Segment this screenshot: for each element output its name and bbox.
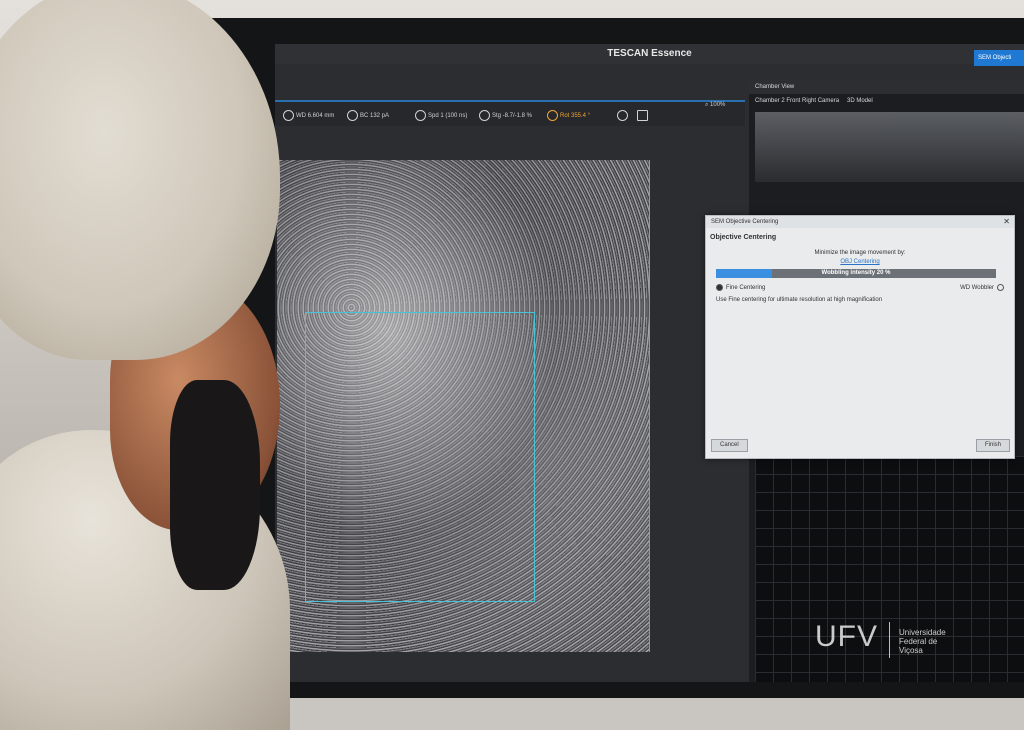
spd-label: Spd 1 (100 ns)	[428, 113, 468, 120]
tab-3d-model[interactable]: 3D Model	[847, 98, 873, 104]
sem-micrograph[interactable]	[277, 160, 650, 652]
imaging-toolbar: WD 6.604 mm BC 132 pA Spd 1 (100 ns) Stg…	[275, 100, 745, 126]
beam-current-icon	[347, 110, 358, 121]
dialog-message: Minimize the image movement by:	[814, 250, 906, 256]
window-title: TESCAN Essence	[607, 48, 692, 59]
wobbling-label: Wobbling intensity 20 %	[821, 270, 891, 276]
camera-icon	[637, 110, 648, 121]
rot-readout[interactable]: Rot 355.4 °	[547, 110, 590, 121]
sem-objective-button[interactable]: SEM Objecti	[974, 50, 1024, 66]
obj-centering-link[interactable]: OBJ Centering	[706, 259, 1014, 265]
dialog-title: SEM Objective Centering	[711, 219, 779, 225]
chamber-camera-feed	[755, 112, 1024, 182]
bc-label: BC 132 pA	[360, 113, 390, 120]
watermark-line-2: Federal de	[899, 637, 938, 646]
fine-centering-label: Fine Centering	[726, 285, 766, 292]
stigmator-icon	[479, 110, 490, 121]
bc-readout[interactable]: BC 132 pA	[347, 110, 389, 121]
wobbling-slider[interactable]: Wobbling intensity 20 %	[716, 269, 996, 278]
radio-selected-icon	[716, 284, 723, 291]
operator-silhouette	[0, 0, 300, 730]
watermark-text: Universidade Federal de Viçosa	[899, 628, 969, 655]
wd-wobbler-radio[interactable]: WD Wobbler	[960, 284, 1004, 291]
hair-cap	[0, 0, 280, 360]
cancel-button[interactable]: Cancel	[711, 439, 748, 452]
scan-speed-icon	[415, 110, 426, 121]
watermark-divider	[889, 622, 890, 658]
stg-readout[interactable]: Stg -8.7/-1.8 %	[479, 110, 532, 121]
zoom-label: 100%	[710, 102, 726, 108]
zoom-control[interactable]: ⌕ 100%	[705, 102, 725, 109]
zoom-icon: ⌕	[705, 102, 709, 108]
window-titlebar: TESCAN Essence	[275, 44, 1024, 64]
chamber-header-label: Chamber View	[755, 84, 795, 90]
watermark-line-3: Viçosa	[899, 646, 923, 655]
watermark-line-1: Universidade	[899, 628, 946, 637]
ufv-logo: UFV	[815, 620, 878, 653]
roi-box[interactable]	[305, 312, 535, 602]
spd-readout[interactable]: Spd 1 (100 ns)	[415, 110, 467, 121]
dialog-titlebar: SEM Objective Centering ✕	[706, 216, 1014, 228]
camera-button[interactable]	[637, 110, 650, 121]
dialog-section-title: Objective Centering	[710, 234, 777, 241]
stg-label: Stg -8.7/-1.8 %	[492, 113, 533, 120]
tab-front-right-camera[interactable]: Chamber 2 Front Right Camera	[755, 98, 839, 104]
face-mask	[170, 380, 260, 590]
radio-unselected-icon	[997, 284, 1004, 291]
rotation-icon	[547, 110, 558, 121]
close-icon[interactable]: ✕	[1003, 216, 1010, 228]
finish-button[interactable]: Finish	[975, 439, 1010, 452]
crosshair-icon	[617, 110, 628, 121]
chamber-header: Chamber View	[749, 80, 1024, 94]
rot-label: Rot 355.4 °	[560, 113, 591, 120]
wd-label: WD 6.604 mm	[296, 113, 335, 120]
fine-centering-radio[interactable]: Fine Centering	[716, 284, 765, 291]
dialog-hint: Use Fine centering for ultimate resoluti…	[716, 297, 883, 303]
objective-centering-dialog: SEM Objective Centering ✕ Objective Cent…	[705, 215, 1015, 459]
chamber-tabs: Chamber 2 Front Right Camera 3D Model	[749, 96, 1024, 108]
crosshair-button[interactable]	[617, 110, 630, 121]
wd-wobbler-label: WD Wobbler	[960, 285, 994, 292]
